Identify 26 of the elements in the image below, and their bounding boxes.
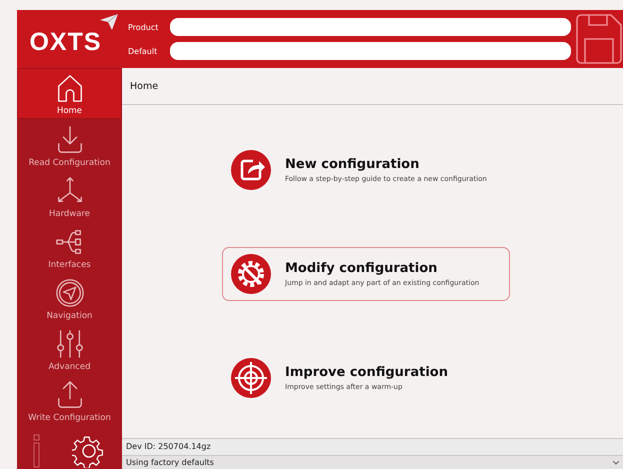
text-field[interactable] xyxy=(170,18,571,36)
save-icon[interactable] xyxy=(575,11,623,67)
nav-item[interactable]: Read Configuration xyxy=(17,119,122,170)
sliders-icon xyxy=(54,328,84,360)
nav-item[interactable]: Navigation xyxy=(17,272,122,323)
target-icon xyxy=(231,358,271,398)
option-title: Modify configuration xyxy=(285,261,438,276)
option-title: Improve configuration xyxy=(285,365,448,380)
share-icon xyxy=(231,150,271,190)
nav-item[interactable]: Hardware xyxy=(17,170,122,221)
option-title: New configuration xyxy=(285,157,420,172)
nav-item[interactable]: Advanced xyxy=(17,323,122,374)
logo-text: OXTS xyxy=(29,28,102,56)
defaults-dropdown[interactable]: Using factory defaults xyxy=(122,455,623,469)
field-label: Product xyxy=(128,22,160,32)
dev-id-text: Dev ID: 250704.14gz xyxy=(125,441,212,453)
breadcrumb: Home xyxy=(130,81,158,92)
nav-item[interactable]: Interfaces xyxy=(17,221,122,272)
text-field[interactable] xyxy=(170,42,571,60)
nav-item[interactable]: Home xyxy=(17,68,122,119)
field-label: Default xyxy=(128,46,158,56)
nav-item[interactable]: Write Configuration xyxy=(17,374,122,425)
compass-icon xyxy=(54,277,84,309)
chevron-icon xyxy=(613,460,619,464)
info-icon[interactable] xyxy=(32,434,41,468)
paper-plane-icon xyxy=(100,14,118,30)
